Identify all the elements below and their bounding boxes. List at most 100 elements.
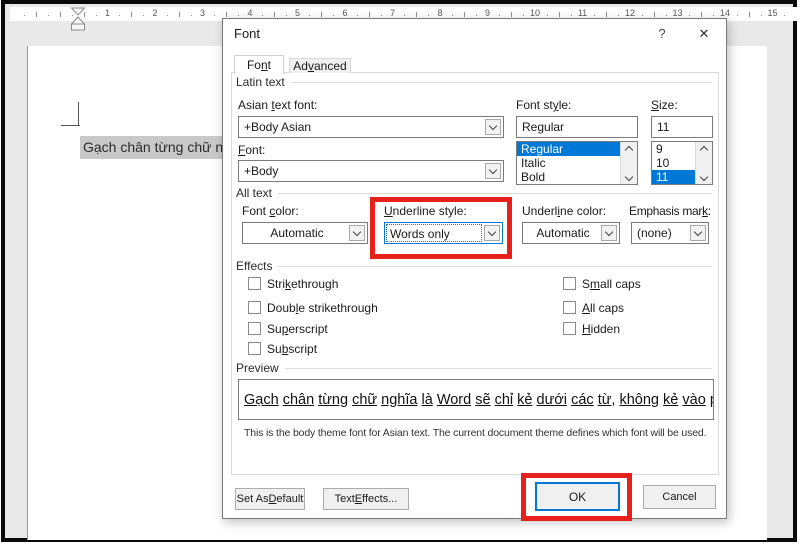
ruler-tick [784,15,785,16]
small-caps-label: Small caps [582,277,641,291]
ruler-tick [404,15,405,16]
ruler-tick [511,12,512,17]
hidden-checkbox[interactable] [563,322,576,335]
list-item[interactable]: Regular [517,142,620,156]
size-listbox: 9 10 11 [651,141,713,185]
font-color-combobox[interactable]: Automatic [242,222,368,244]
asian-text-font-label: Asian text font: [238,98,317,112]
double-strikethrough-checkbox[interactable] [248,301,261,314]
ruler-tick [464,12,465,17]
preview-text: Gạch chân từng chữ nghĩa là Word sẽ chỉ … [239,392,714,408]
subscript-checkbox[interactable] [248,342,261,355]
font-style-input[interactable]: Regular [516,116,638,138]
annotation-box-underline-style [370,197,512,259]
ruler-tick [428,15,429,16]
text-effects-button[interactable]: Text Effects... [323,488,409,510]
ruler-tick [523,15,524,16]
group-effects: Effects [236,259,712,273]
font-combobox[interactable]: +Body [238,160,504,182]
font-color-label: Font color: [242,204,299,218]
double-strikethrough-label: Double strikethrough [267,301,378,315]
close-icon[interactable]: ✕ [695,25,713,43]
set-as-default-button[interactable]: Set As Default [235,488,305,510]
ruler-number: 13 [672,8,684,18]
asian-text-font-value: +Body Asian [244,120,311,134]
ruler-number: 5 [292,8,304,18]
ruler-tick [666,15,667,16]
superscript-label: Superscript [267,322,328,336]
ruler-tick [594,15,595,16]
ruler-tick [654,12,655,17]
size-input[interactable]: 11 [651,116,713,138]
list-item[interactable]: Bold [517,170,620,184]
group-label: Latin text [236,75,285,89]
screenshot-root: 123456789101112131415 Gạch chân từng chữ… [0,0,800,546]
scrollbar[interactable] [695,142,712,184]
list-item[interactable]: 11 [652,170,695,184]
scroll-up-icon[interactable] [696,142,712,155]
asian-text-font-combobox[interactable]: +Body Asian [238,116,504,138]
chevron-down-icon[interactable] [690,225,706,241]
all-caps-checkbox[interactable] [563,301,576,314]
paragraph-mark-line [61,125,80,126]
chevron-down-icon[interactable] [485,119,501,135]
ruler-tick [749,12,750,17]
tab-font[interactable]: Font [234,55,284,74]
preview-description: This is the body theme font for Asian te… [244,427,718,439]
ruler-number: 7 [387,8,399,18]
ruler-tick [309,15,310,16]
ruler-number: 9 [482,8,494,18]
list-item[interactable]: 9 [652,142,695,156]
scroll-up-icon[interactable] [621,142,637,155]
chevron-down-icon[interactable] [485,163,501,179]
ruler-tick [143,15,144,16]
help-icon[interactable]: ? [653,25,671,43]
list-item[interactable]: 10 [652,156,695,170]
ruler-number: 3 [197,8,209,18]
ruler-tick [333,15,334,16]
ruler-tick [499,15,500,16]
tab-advanced[interactable]: Advanced [289,58,351,73]
ruler-number: 8 [434,8,446,18]
ruler-tick [606,12,607,17]
subscript-label: Subscript [267,342,317,356]
annotation-box-ok [521,473,632,521]
group-preview: Preview [236,361,712,375]
ruler-tick [24,15,25,16]
ruler-number: 11 [577,8,589,18]
selected-document-text[interactable]: Gạch chân từng chữ nghĩ [80,136,246,159]
list-item[interactable]: Italic [517,156,620,170]
strikethrough-checkbox[interactable] [248,277,261,290]
emphasis-mark-combobox[interactable]: (none) [631,222,709,244]
ruler-tick [701,12,702,17]
underline-color-value: Automatic [536,226,589,240]
underline-color-combobox[interactable]: Automatic [522,222,620,244]
ruler-number: 1 [102,8,114,18]
word-app-background: 123456789101112131415 Gạch chân từng chữ… [1,0,797,542]
indent-marker-icon[interactable] [70,7,86,33]
chevron-down-icon[interactable] [601,225,617,241]
small-caps-checkbox[interactable] [563,277,576,290]
scrollbar[interactable] [620,142,637,184]
chevron-down-icon[interactable] [349,225,365,241]
ruler-number: 2 [149,8,161,18]
group-latin-text: Latin text [236,75,712,89]
ruler-number: 6 [339,8,351,18]
preview-box: Gạch chân từng chữ nghĩa là Word sẽ chỉ … [238,379,714,420]
ruler-tick [547,15,548,16]
ruler-tick [179,12,180,17]
ruler-tick [119,15,120,16]
ruler-tick [737,15,738,16]
cancel-button[interactable]: Cancel [643,485,716,509]
ruler-tick [689,15,690,16]
strikethrough-label: Strikethrough [267,277,338,291]
scroll-down-icon[interactable] [696,171,712,184]
ruler-tick [618,15,619,16]
ruler-tick [167,15,168,16]
superscript-checkbox[interactable] [248,322,261,335]
ruler-tick [761,15,762,16]
scroll-down-icon[interactable] [621,171,637,184]
emphasis-mark-value: (none) [637,226,672,240]
ruler-tick [476,15,477,16]
ruler-tick [416,12,417,17]
